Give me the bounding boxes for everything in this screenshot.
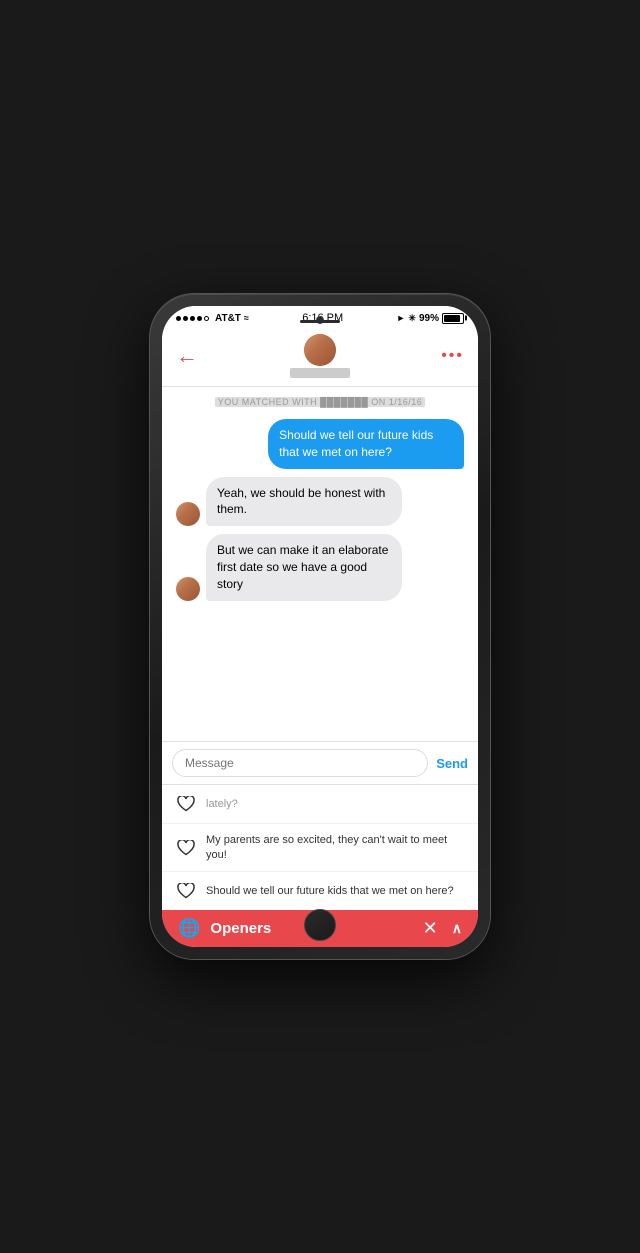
bluetooth-icon: ✳ bbox=[408, 313, 416, 324]
chat-area: YOU MATCHED WITH ███████ ON 1/16/16 Shou… bbox=[162, 387, 478, 741]
heart-icon-2 bbox=[176, 838, 196, 858]
send-button[interactable]: Send bbox=[436, 756, 468, 771]
battery-pct: 99% bbox=[419, 313, 439, 324]
sender-avatar-1 bbox=[176, 502, 200, 526]
suggestions-area: lately? My parents are so excited, they … bbox=[162, 784, 478, 910]
suggestion-text-1: lately? bbox=[206, 798, 238, 810]
battery-bar bbox=[442, 313, 464, 324]
message-bubble-received-1: Yeah, we should be honest with them. bbox=[206, 477, 402, 527]
profile-name bbox=[290, 368, 350, 378]
carrier-label: AT&T bbox=[215, 313, 241, 324]
openers-label: Openers bbox=[210, 920, 271, 937]
suggestion-item-1[interactable]: lately? bbox=[162, 785, 478, 824]
wifi-icon: ≈ bbox=[244, 313, 249, 323]
suggestion-item-2[interactable]: My parents are so excited, they can't wa… bbox=[162, 824, 478, 872]
status-left: AT&T ≈ bbox=[176, 313, 249, 324]
message-row-sent-1: Should we tell our future kids that we m… bbox=[176, 419, 464, 469]
status-bar: AT&T ≈ 6:16 PM ► ✳ 99% bbox=[162, 306, 478, 328]
signal-dot-2 bbox=[183, 316, 188, 321]
message-row-received-2: But we can make it an elaborate first da… bbox=[176, 534, 464, 600]
avatar-image bbox=[304, 334, 336, 366]
signal-dots bbox=[176, 316, 209, 321]
phone-screen: AT&T ≈ 6:16 PM ► ✳ 99% ← ••• bbox=[162, 306, 478, 947]
globe-icon: 🌐 bbox=[178, 918, 200, 939]
suggestion-text-2: My parents are so excited, they can't wa… bbox=[206, 833, 464, 862]
match-notice: YOU MATCHED WITH ███████ ON 1/16/16 bbox=[176, 397, 464, 407]
message-row-received-1: Yeah, we should be honest with them. bbox=[176, 477, 464, 527]
clock: 6:16 PM bbox=[302, 312, 343, 324]
message-input-area: Send bbox=[162, 741, 478, 784]
message-bubble-sent-1: Should we tell our future kids that we m… bbox=[268, 419, 464, 469]
home-button[interactable] bbox=[304, 909, 336, 941]
avatar bbox=[304, 334, 336, 366]
phone-frame: AT&T ≈ 6:16 PM ► ✳ 99% ← ••• bbox=[150, 294, 490, 959]
battery-fill bbox=[444, 315, 460, 322]
bottom-bar-left: 🌐 Openers bbox=[178, 918, 271, 939]
signal-dot-1 bbox=[176, 316, 181, 321]
signal-dot-5 bbox=[204, 316, 209, 321]
status-right: ► ✳ 99% bbox=[397, 313, 464, 324]
nav-profile[interactable] bbox=[290, 334, 350, 378]
nav-bar: ← ••• bbox=[162, 328, 478, 387]
signal-dot-3 bbox=[190, 316, 195, 321]
message-bubble-received-2: But we can make it an elaborate first da… bbox=[206, 534, 402, 600]
suggestion-item-3[interactable]: Should we tell our future kids that we m… bbox=[162, 872, 478, 910]
message-input[interactable] bbox=[172, 749, 428, 777]
signal-dot-4 bbox=[197, 316, 202, 321]
suggestion-text-3: Should we tell our future kids that we m… bbox=[206, 884, 454, 898]
location-icon: ► bbox=[397, 313, 406, 323]
bottom-bar-right: ✕ ∧ bbox=[423, 918, 462, 939]
heart-icon-1 bbox=[176, 794, 196, 814]
heart-icon-3 bbox=[176, 881, 196, 901]
chevron-up-icon[interactable]: ∧ bbox=[452, 920, 462, 937]
close-icon[interactable]: ✕ bbox=[423, 918, 438, 939]
back-button[interactable]: ← bbox=[176, 345, 198, 367]
more-options-button[interactable]: ••• bbox=[441, 347, 464, 365]
sender-avatar-2 bbox=[176, 577, 200, 601]
